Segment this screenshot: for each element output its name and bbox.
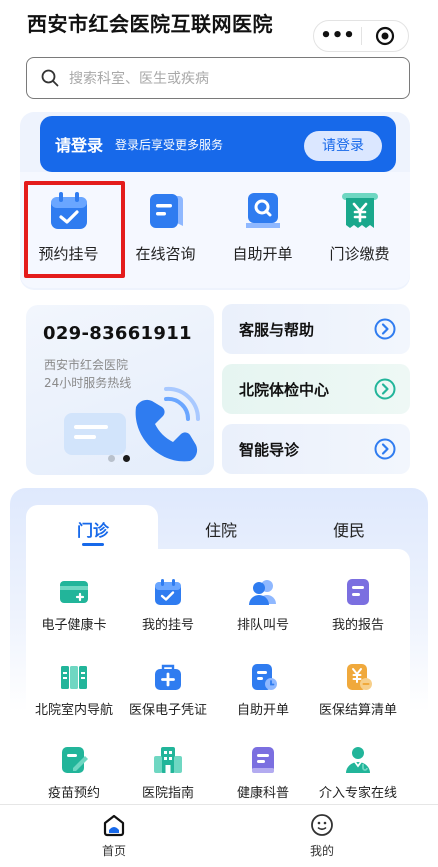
nav-label: 首页 (101, 844, 126, 858)
yuan-ticket-icon (341, 193, 378, 228)
login-banner[interactable]: 请登录 登录后享受更多服务 请登录 (40, 116, 396, 172)
nav-mine[interactable]: 我的 (282, 813, 362, 859)
card-label: 北院体检中心 (239, 380, 330, 399)
search-icon (41, 69, 59, 87)
hospital-building-icon (154, 747, 182, 773)
tab-convenience[interactable]: 便民 (333, 517, 365, 541)
nav-home[interactable]: 首页 (74, 813, 154, 859)
arrow-circle-icon (374, 318, 396, 340)
service-vaccine[interactable]: 疫苗预约 (24, 746, 124, 801)
service-label: 北院室内导航 (34, 703, 113, 718)
service-label: 排队叫号 (236, 618, 289, 633)
service-my-report[interactable]: 我的报告 (308, 578, 408, 633)
service-label: 医保结算清单 (318, 703, 397, 718)
close-miniapp-button[interactable] (362, 21, 408, 51)
service-medical-insurance-card[interactable]: 医保电子凭证 (118, 663, 218, 718)
service-label: 电子健康卡 (41, 618, 107, 633)
target-close-icon (375, 26, 395, 46)
service-label: 自助开单 (236, 703, 289, 718)
service-expert-online[interactable]: 介入专家在线 (308, 746, 408, 801)
queue-people-icon (249, 580, 276, 605)
more-menu-button[interactable]: ••• (314, 21, 361, 51)
active-tab-indicator (82, 543, 104, 546)
search-placeholder: 搜索科室、医生或疾病 (69, 71, 209, 87)
service-label: 医保电子凭证 (128, 703, 207, 718)
carousel-dot-active[interactable] (123, 455, 130, 462)
bottom-tab-bar: 首页 我的 (0, 804, 438, 867)
nav-label: 我的 (309, 844, 334, 858)
book-doc-icon (252, 747, 274, 773)
quick-item-label: 门诊缴费 (329, 245, 390, 263)
card-checkup-center[interactable]: 北院体检中心 (222, 364, 410, 414)
service-label: 疫苗预约 (47, 786, 100, 801)
arrow-circle-icon (374, 438, 396, 460)
service-label: 医院指南 (141, 786, 194, 801)
quick-item-self-order[interactable]: 自助开单 (214, 172, 311, 288)
arrow-circle-icon (374, 378, 396, 400)
service-label: 我的挂号 (141, 618, 194, 633)
chat-doc-icon (149, 194, 183, 228)
card-smart-guide[interactable]: 智能导诊 (222, 424, 410, 474)
doctor-icon (346, 747, 370, 773)
vaccine-edit-icon (62, 747, 88, 773)
login-subtitle: 登录后享受更多服务 (115, 137, 224, 152)
card-label: 客服与帮助 (239, 320, 315, 339)
hotline-number: 029-83661911 (43, 323, 192, 344)
service-indoor-nav[interactable]: 北院室内导航 (24, 663, 124, 718)
highlight-box (24, 181, 125, 278)
service-health-card[interactable]: 电子健康卡 (24, 578, 124, 633)
card-label: 智能导诊 (239, 440, 300, 459)
health-card-icon (60, 581, 88, 603)
smile-face-icon (311, 814, 333, 836)
quick-item-label: 在线咨询 (135, 245, 196, 263)
hotline-hospital: 西安市红会医院 (44, 358, 129, 372)
home-icon (103, 814, 125, 837)
miniapp-capsule: ••• (313, 20, 409, 52)
service-health-education[interactable]: 健康科普 (213, 746, 313, 801)
service-hospital-guide[interactable]: 医院指南 (118, 746, 218, 801)
quick-item-payment[interactable]: 门诊缴费 (311, 172, 408, 288)
report-icon (347, 579, 369, 605)
map-nav-icon (61, 666, 87, 689)
service-self-order[interactable]: 自助开单 (213, 663, 313, 718)
carousel-dot[interactable] (108, 455, 115, 462)
search-doc-icon (245, 193, 280, 228)
yuan-doc-icon (347, 664, 372, 690)
service-label: 健康科普 (236, 786, 289, 801)
card-customer-service[interactable]: 客服与帮助 (222, 304, 410, 354)
service-label: 介入专家在线 (318, 786, 397, 801)
page-title: 西安市红会医院互联网医院 (27, 12, 273, 36)
medkit-plus-icon (155, 664, 181, 690)
login-button[interactable]: 请登录 (304, 131, 382, 161)
tab-outpatient[interactable]: 门诊 (77, 517, 109, 541)
search-input[interactable]: 搜索科室、医生或疾病 (26, 57, 410, 99)
service-my-registration[interactable]: 我的挂号 (118, 578, 218, 633)
carousel-dots (108, 455, 130, 462)
login-title: 请登录 (55, 136, 104, 155)
hotline-card[interactable]: 029-83661911 西安市红会医院 24小时服务热线 (26, 305, 214, 475)
order-doc-icon (252, 664, 277, 690)
service-label: 我的报告 (331, 618, 384, 633)
quick-item-label: 自助开单 (232, 245, 293, 263)
service-insurance-settlement[interactable]: 医保结算清单 (308, 663, 408, 718)
service-queue[interactable]: 排队叫号 (213, 578, 313, 633)
quick-item-consult[interactable]: 在线咨询 (117, 172, 214, 288)
tab-inpatient[interactable]: 住院 (205, 517, 237, 541)
calendar-check-icon (155, 579, 181, 605)
